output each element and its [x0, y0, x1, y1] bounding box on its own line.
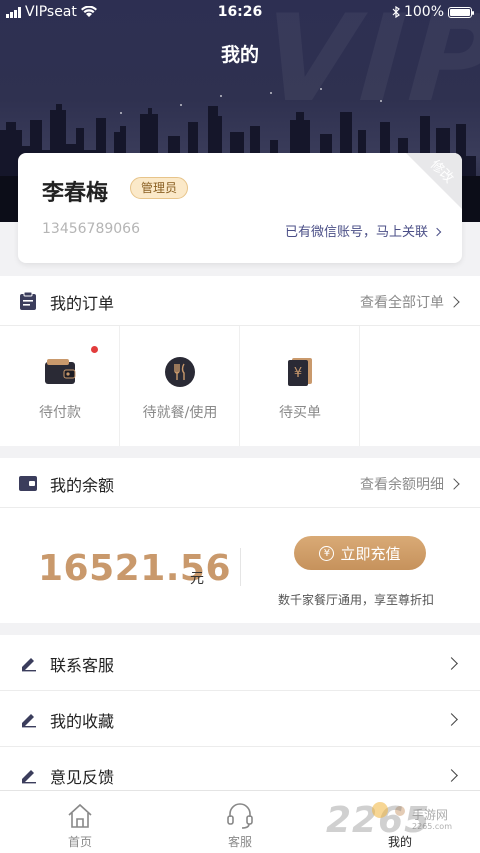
order-pending-bill[interactable]: ¥ 待买单 [240, 326, 360, 446]
bill-icon: ¥ [288, 358, 312, 386]
orders-view-all[interactable]: 查看全部订单 [360, 292, 460, 312]
battery-percent: 100% [403, 4, 444, 20]
tab-service[interactable]: 客服 [160, 791, 320, 853]
chevron-right-icon [448, 296, 460, 308]
balance-view-details[interactable]: 查看余额明细 [360, 474, 460, 494]
tab-home-label: 首页 [67, 835, 92, 849]
notification-dot [91, 346, 98, 353]
chevron-right-icon [445, 713, 458, 726]
balance-body: 16521.56 元 ¥ 立即充值 数千家餐厅通用，享至尊折扣 [0, 508, 480, 623]
menu-favorites[interactable]: 我的收藏 [0, 691, 480, 747]
site-watermark: 2265 手游网 2265.com [320, 800, 480, 850]
balance-section: 我的余额 查看余额明细 16521.56 元 ¥ 立即充值 数千家餐厅通用，享至… [0, 458, 480, 623]
orders-title: 我的订单 [50, 294, 115, 313]
chevron-right-icon [432, 227, 442, 236]
wechat-link-label: 已有微信账号，马上关联 [284, 225, 428, 240]
page-title: 我的 [220, 44, 259, 66]
watermark-url: 2265.com [412, 822, 452, 831]
yen-icon: ¥ [319, 545, 335, 561]
home-icon [68, 803, 92, 828]
order-pending-dining-label: 待就餐/使用 [142, 405, 218, 421]
tab-home[interactable]: 首页 [0, 791, 160, 853]
balance-header[interactable]: 我的余额 查看余额明细 [0, 458, 480, 508]
watermark-ball [372, 802, 388, 818]
orders-header[interactable]: 我的订单 查看全部订单 [0, 276, 480, 326]
recharge-note: 数千家餐厅通用，享至尊折扣 [278, 593, 435, 607]
edit-icon [22, 714, 36, 728]
user-name: 李春梅 [42, 181, 109, 206]
svg-text:¥: ¥ [294, 366, 302, 381]
menu-contact-service[interactable]: 联系客服 [0, 635, 480, 691]
battery-icon [448, 6, 474, 18]
order-empty-slot [360, 326, 480, 446]
balance-view-details-label: 查看余额明细 [360, 477, 444, 493]
role-badge: 管理员 [130, 177, 189, 199]
menu-label: 联系客服 [50, 656, 115, 675]
wallet-small-icon [19, 476, 37, 491]
headset-icon [227, 803, 253, 829]
divider [240, 548, 241, 586]
dining-icon [165, 357, 195, 387]
clipboard-icon [20, 291, 36, 310]
balance-title: 我的余额 [50, 476, 115, 495]
status-bar: VIPseat 16:26 100% [0, 0, 480, 24]
chevron-right-icon [445, 657, 458, 670]
bluetooth-icon [392, 6, 400, 18]
order-pending-dining[interactable]: 待就餐/使用 [120, 326, 240, 446]
balance-unit: 元 [190, 571, 204, 587]
order-pending-payment[interactable]: 待付款 [0, 326, 120, 446]
tab-service-label: 客服 [227, 835, 252, 849]
chevron-right-icon [445, 769, 458, 782]
edit-icon [22, 770, 36, 784]
order-status-row: 待付款 待就餐/使用 ¥ 待买单 [0, 326, 480, 446]
watermark-text: 手游网 [412, 808, 449, 822]
recharge-button[interactable]: ¥ 立即充值 [294, 536, 426, 570]
wechat-link[interactable]: 已有微信账号，马上关联 [284, 221, 442, 240]
menu-label: 意见反馈 [50, 768, 115, 787]
order-pending-bill-label: 待买单 [279, 405, 321, 421]
chevron-right-icon [448, 478, 460, 490]
wallet-icon [45, 359, 76, 384]
orders-view-all-label: 查看全部订单 [360, 295, 444, 311]
menu-label: 我的收藏 [50, 712, 115, 731]
recharge-button-label: 立即充值 [340, 544, 401, 563]
order-pending-payment-label: 待付款 [39, 405, 81, 421]
orders-section: 我的订单 查看全部订单 待付款 待就餐/使用 ¥ 待买单 [0, 276, 480, 446]
profile-card: 李春梅 管理员 13456789066 已有微信账号，马上关联 修改 [18, 153, 462, 263]
user-phone: 13456789066 [42, 221, 140, 237]
edit-icon [22, 658, 36, 672]
